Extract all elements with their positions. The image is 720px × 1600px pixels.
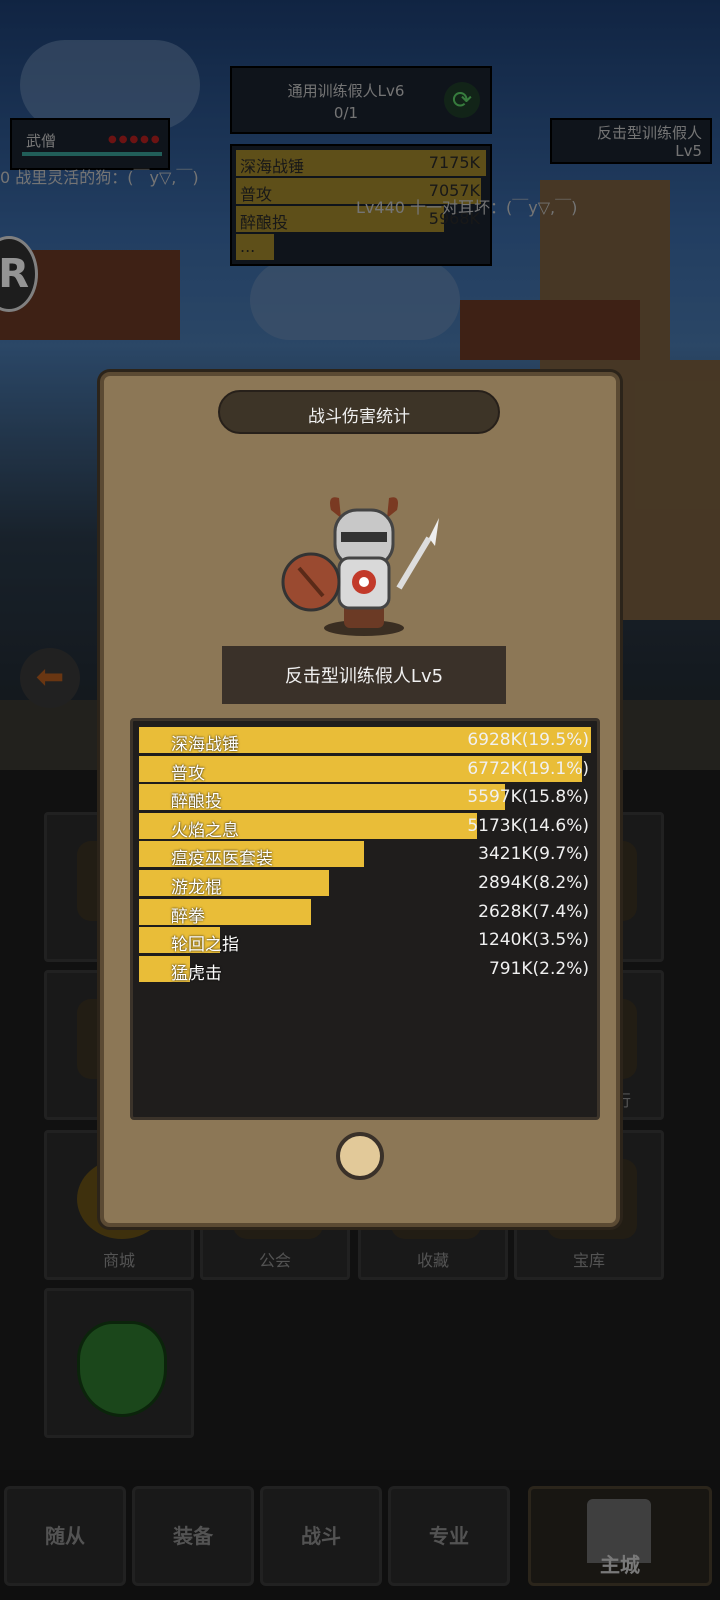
damage-stat-row: 火焰之息 5173K(14.6%) bbox=[139, 812, 595, 841]
damage-stat-value: 5597K(15.8%) bbox=[467, 787, 589, 808]
modal-title: 战斗伤害统计 bbox=[308, 407, 410, 427]
damage-stat-value: 2894K(8.2%) bbox=[478, 873, 589, 893]
damage-stat-value: 6772K(19.1%) bbox=[467, 758, 589, 779]
damage-stats-modal: 战斗伤害统计 反击型训练假人Lv5 深海战锤 6928K(19.5%) 普攻 6772… bbox=[100, 372, 620, 1227]
monster-name-plate: 反击型训练假人Lv5 bbox=[222, 646, 506, 704]
damage-stat-row: 轮回之指 1240K(3.5%) bbox=[139, 927, 595, 956]
damage-stat-name: 火焰之息 bbox=[171, 820, 239, 841]
damage-stat-row: 游龙棍 2894K(8.2%) bbox=[139, 870, 595, 898]
damage-stat-row: 猛虎击 791K(2.2%) bbox=[139, 955, 595, 984]
damage-stat-name: 猛虎击 bbox=[171, 963, 222, 984]
damage-stat-value: 1240K(3.5%) bbox=[478, 930, 589, 951]
damage-stat-value: 2628K(7.4%) bbox=[478, 901, 589, 922]
monster-name: 反击型训练假人Lv5 bbox=[284, 666, 444, 687]
damage-stat-row: 深海战锤 6928K(19.5%) bbox=[139, 727, 595, 755]
training-dummy-icon bbox=[281, 497, 439, 636]
damage-stat-name: 醉酿投 bbox=[171, 792, 222, 813]
damage-stat-row: 醉拳 2628K(7.4%) bbox=[139, 898, 595, 927]
damage-stat-row: 瘟疫巫医套装 3421K(9.7%) bbox=[139, 841, 595, 870]
damage-stat-value: 6928K(19.5%) bbox=[467, 730, 589, 750]
damage-stat-name: 醉拳 bbox=[171, 906, 205, 927]
damage-stat-row: 普攻 6772K(19.1%) bbox=[139, 755, 595, 784]
damage-stat-value: 791K(2.2%) bbox=[488, 958, 589, 979]
damage-stats-panel[interactable]: 深海战锤 6928K(19.5%) 普攻 6772K(19.1%) 醉酿投 5597K(1… bbox=[130, 718, 600, 1120]
damage-stat-name: 普攻 bbox=[171, 763, 205, 784]
damage-stat-bar bbox=[139, 898, 311, 925]
damage-stat-name: 瘟疫巫医套装 bbox=[171, 849, 273, 870]
damage-stat-name: 轮回之指 bbox=[171, 935, 239, 956]
close-button[interactable] bbox=[336, 1132, 384, 1180]
damage-stat-row: 醉酿投 5597K(15.8%) bbox=[139, 784, 595, 813]
damage-stat-name: 游龙棍 bbox=[171, 878, 222, 898]
damage-stat-name: 深海战锤 bbox=[171, 735, 239, 755]
damage-stat-value: 5173K(14.6%) bbox=[467, 815, 589, 836]
damage-stat-bar bbox=[139, 870, 329, 896]
damage-stat-value: 3421K(9.7%) bbox=[478, 844, 589, 865]
modal-title-bar: 战斗伤害统计 bbox=[218, 390, 500, 434]
